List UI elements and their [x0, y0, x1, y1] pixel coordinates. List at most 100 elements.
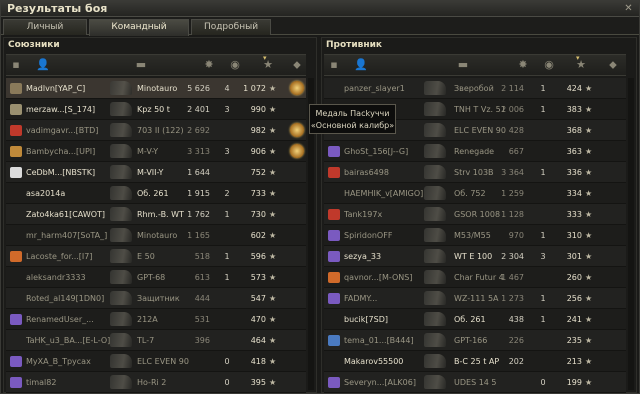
player-row[interactable]: Severyn...[ALK06] UDES 14 5 0 199 ★	[324, 372, 626, 393]
vehicle-icon	[424, 144, 446, 158]
frags-sort-icon[interactable]: ◉	[542, 58, 556, 71]
vehicle-sort-icon[interactable]: ▬	[448, 58, 478, 71]
player-row[interactable]: Makarov55500 B-C 25 t AP 202 213 ★	[324, 351, 626, 372]
xp-value: 368	[566, 126, 582, 135]
xp-star-icon: ★	[585, 189, 593, 198]
close-icon[interactable]: ✕	[623, 3, 634, 14]
vehicle-icon	[110, 228, 132, 242]
player-row[interactable]: sezya_33 WT E 100 2 304 3 301 ★	[324, 246, 626, 267]
player-name: Madlvn[YAP_C]	[26, 84, 86, 93]
xp-value: 334	[566, 189, 582, 198]
player-row[interactable]: Madlvn[YAP_C] Minotauro 5 626 4 1 072 ★	[6, 78, 306, 99]
damage-sort-icon[interactable]: ✸	[202, 58, 216, 71]
damage-value: 202	[508, 357, 524, 366]
battle-results-window: Результаты боя ✕ Личный результат Команд…	[0, 0, 640, 394]
vehicle-sort-icon[interactable]: ▬	[126, 58, 156, 71]
damage-value: 226	[508, 336, 524, 345]
player-row[interactable]: bairas6498 Strv 103B 3 364 1 336 ★	[324, 162, 626, 183]
vehicle-icon	[424, 354, 446, 368]
medal-sort-icon[interactable]: ⬥	[606, 58, 620, 72]
clan-emblem-icon	[328, 146, 340, 157]
player-name: Zato4ka61[CAWOT]	[26, 210, 106, 219]
player-sort-icon[interactable]: 👤	[36, 58, 50, 71]
enemies-scrollbar[interactable]	[628, 78, 634, 390]
tab-team-result[interactable]: Командный результат	[89, 19, 189, 47]
frags-value: 1	[540, 168, 546, 177]
player-row[interactable]: Lacoste_for...[I7] E 50 518 1 596 ★	[6, 246, 306, 267]
player-row[interactable]: HAEMHIK_v[AMIGO] Об. 752 1 259 334 ★	[324, 183, 626, 204]
player-row[interactable]: Zato4ka61[CAWOT] Rhm.-B. WT 1 762 1 730 ★	[6, 204, 306, 225]
vehicle-icon	[424, 312, 446, 326]
player-row[interactable]: MyXA_B_Tpycax ELC EVEN 90 0 418 ★	[6, 351, 306, 372]
medal-icon[interactable]	[290, 144, 304, 158]
damage-value: 667	[508, 147, 524, 156]
tooltip-line-2: «Основной калибр»	[310, 121, 395, 130]
medal-sort-icon[interactable]: ⬥	[290, 58, 304, 72]
vehicle-icon	[110, 312, 132, 326]
player-name: CeDbM...[NBSTK]	[26, 168, 96, 177]
player-row[interactable]: GhoSt_156[J--G] Renegade 667 363 ★	[324, 141, 626, 162]
frags-value: 2	[224, 189, 230, 198]
player-row[interactable]: FADMY... WZ-111 5A 1 273 1 256 ★	[324, 288, 626, 309]
player-name: merzaw...[S_174]	[26, 105, 96, 114]
player-row[interactable]: Tank197x GSOR 1008 1 128 333 ★	[324, 204, 626, 225]
clan-emblem-icon	[328, 377, 340, 388]
xp-star-icon: ★	[269, 315, 277, 324]
player-row[interactable]: qavnor...[M-ONS] Char Futur 41 467 260 ★	[324, 267, 626, 288]
player-row[interactable]: CeDbM...[NBSTK] M-VII-Y 1 644 752 ★	[6, 162, 306, 183]
xp-star-icon: ★	[269, 294, 277, 303]
xp-star-icon: ★	[269, 357, 277, 366]
tab-personal-result[interactable]: Личный результат	[3, 19, 87, 47]
xp-value: 310	[566, 231, 582, 240]
player-name: timal82	[26, 378, 57, 387]
damage-value: 518	[194, 252, 210, 261]
xp-star-icon: ★	[269, 84, 277, 93]
xp-value: 383	[566, 105, 582, 114]
xp-star-icon: ★	[269, 105, 277, 114]
player-row[interactable]: merzaw...[S_174] Kpz 50 t2 401 3 990 ★	[6, 99, 306, 120]
xp-value: 256	[566, 294, 582, 303]
xp-value: 235	[566, 336, 582, 345]
frags-sort-icon[interactable]: ◉	[228, 58, 242, 71]
xp-star-icon: ★	[585, 378, 593, 387]
damage-value: 1 644	[187, 168, 210, 177]
player-row[interactable]: aleksandr3333 GPT-68 613 1 573 ★	[6, 267, 306, 288]
player-row[interactable]: SpiridonOFF M53/M55 970 1 310 ★	[324, 225, 626, 246]
xp-value: 213	[566, 357, 582, 366]
damage-sort-icon[interactable]: ✸	[516, 58, 530, 71]
xp-star-icon: ★	[585, 252, 593, 261]
clan-emblem-icon	[10, 251, 22, 262]
player-row[interactable]: bucik[7SD] Об. 261 438 1 241 ★	[324, 309, 626, 330]
badge-sort-icon[interactable]: ▪	[327, 58, 341, 71]
xp-star-icon: ★	[269, 273, 277, 282]
enemies-panel: Противник ▪ 👤 ▬ ✸ ◉ ★ ▾ ⬥ panzer_slayer1…	[321, 37, 637, 393]
xp-star-icon: ★	[585, 336, 593, 345]
player-row[interactable]: tema_01...[B444] GPT-166 226 235 ★	[324, 330, 626, 351]
player-name: aleksandr3333	[26, 273, 86, 282]
medal-icon[interactable]	[290, 81, 304, 95]
badge-sort-icon[interactable]: ▪	[9, 58, 23, 71]
vehicle-icon	[424, 207, 446, 221]
player-row[interactable]: asa2014a Об. 261 1 915 2 733 ★	[6, 183, 306, 204]
player-row[interactable]: panzer_slayer1 Зверобой 2 114 1 424 ★	[324, 78, 626, 99]
frags-value: 0	[540, 378, 546, 387]
vehicle-icon	[424, 375, 446, 389]
vehicle-name: ELC EVEN 90	[137, 357, 189, 366]
player-sort-icon[interactable]: 👤	[354, 58, 368, 71]
player-row[interactable]: Roted_al149[1DN0] Защитник 444 547 ★	[6, 288, 306, 309]
player-row[interactable]: vadimgavr...[BTD] 703 II (122) 2 692 982 ★	[6, 120, 306, 141]
player-row[interactable]: Bambycha...[UPI] M-V-Y 3 313 3 906 ★	[6, 141, 306, 162]
player-row[interactable]: TaHK_u3_BA...[E-L-O] TL-7 396 464 ★	[6, 330, 306, 351]
damage-value: 5 626	[187, 84, 210, 93]
player-row[interactable]: mr_harm407[SoTA_] Minotauro 1 165 602 ★	[6, 225, 306, 246]
xp-star-icon: ★	[269, 168, 277, 177]
player-row[interactable]: RenamedUser_... 212A 531 470 ★	[6, 309, 306, 330]
vehicle-icon	[110, 333, 132, 347]
damage-value: 3 313	[187, 147, 210, 156]
medal-icon[interactable]	[290, 123, 304, 137]
player-row[interactable]: timal82 Ho-Ri 2 0 395 ★	[6, 372, 306, 393]
sort-arrow-icon: ▾	[263, 54, 267, 62]
medal-tooltip: Медаль Пасkуччи «Основной калибр»	[309, 104, 396, 134]
tab-detailed-report[interactable]: Подробный отчёт	[191, 19, 271, 47]
frags-value: 1	[540, 231, 546, 240]
